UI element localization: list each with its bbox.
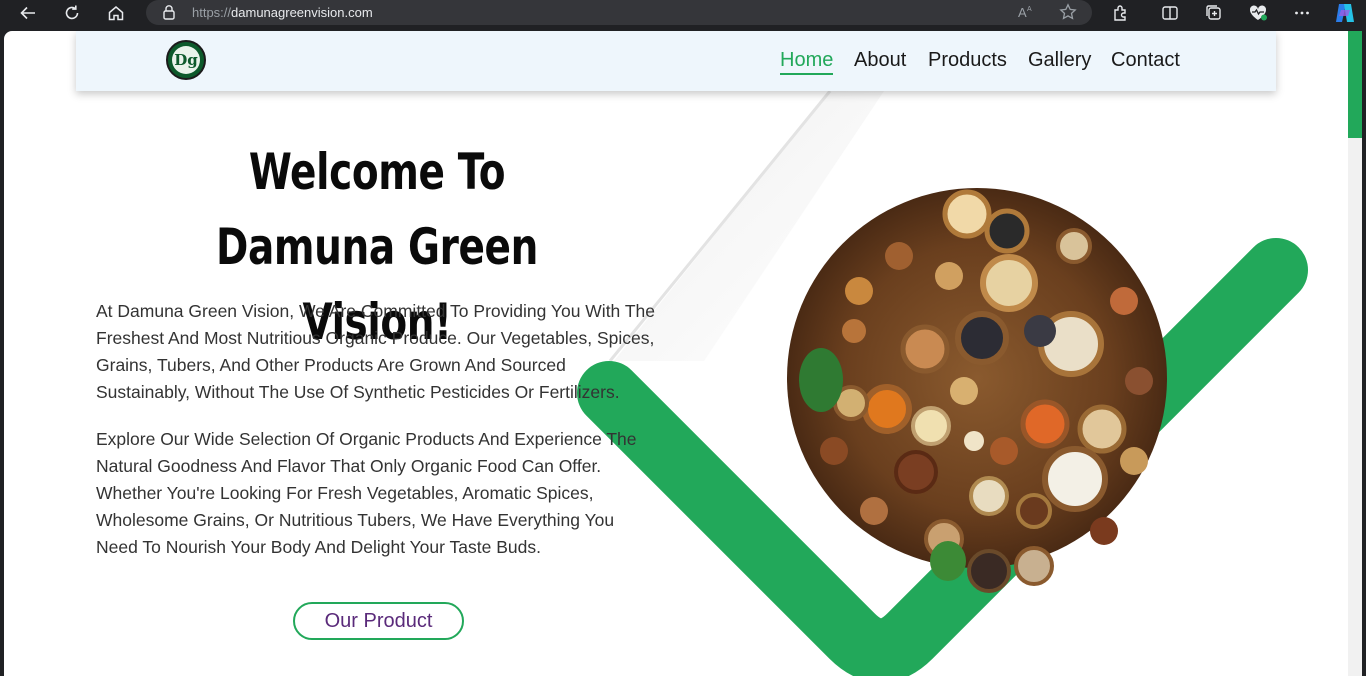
nav-link-about[interactable]: About: [854, 49, 906, 72]
logo-monogram: Dg: [172, 46, 200, 74]
home-icon[interactable]: [101, 0, 131, 26]
browser-essentials-icon[interactable]: [1243, 0, 1273, 26]
svg-text:A: A: [1027, 6, 1032, 13]
more-icon[interactable]: [1287, 0, 1317, 26]
site-navbar: Dg Home About Products Gallery Contact: [76, 31, 1276, 91]
extensions-icon[interactable]: [1106, 0, 1136, 26]
url-text[interactable]: https://damunagreenvision.com: [192, 5, 373, 20]
spice-bowls-image: [787, 188, 1167, 593]
read-aloud-icon[interactable]: AA: [1017, 3, 1035, 26]
lock-icon[interactable]: [162, 4, 176, 25]
split-screen-icon[interactable]: [1155, 0, 1185, 26]
hero-paragraph-1: At Damuna Green Vision, We Are Committed…: [96, 301, 655, 402]
our-product-button[interactable]: Our Product: [293, 602, 464, 640]
back-icon[interactable]: [13, 0, 43, 26]
page-viewport: Dg Home About Products Gallery Contact W…: [4, 31, 1348, 676]
page-scrollbar[interactable]: [1348, 31, 1362, 676]
favorite-star-icon[interactable]: [1059, 3, 1077, 26]
hero-title-line1: Welcome To Damuna Green: [216, 143, 538, 276]
site-logo[interactable]: Dg: [166, 40, 206, 80]
svg-text:A: A: [1018, 5, 1027, 20]
nav-link-products[interactable]: Products: [928, 49, 1007, 72]
url-host: damunagreenvision.com: [231, 5, 373, 20]
copilot-icon[interactable]: [1330, 0, 1360, 26]
nav-link-home[interactable]: Home: [780, 49, 834, 75]
refresh-icon[interactable]: [57, 0, 87, 26]
hero-paragraph-2: Explore Our Wide Selection Of Organic Pr…: [96, 429, 637, 557]
scrollbar-thumb[interactable]: [1348, 31, 1362, 138]
nav-link-gallery[interactable]: Gallery: [1028, 49, 1091, 72]
nav-link-contact[interactable]: Contact: [1111, 49, 1180, 72]
address-bar[interactable]: https://damunagreenvision.com AA: [146, 0, 1092, 25]
collections-icon[interactable]: [1199, 0, 1229, 26]
url-scheme: https://: [192, 5, 232, 20]
browser-toolbar: https://damunagreenvision.com AA: [0, 0, 1366, 30]
